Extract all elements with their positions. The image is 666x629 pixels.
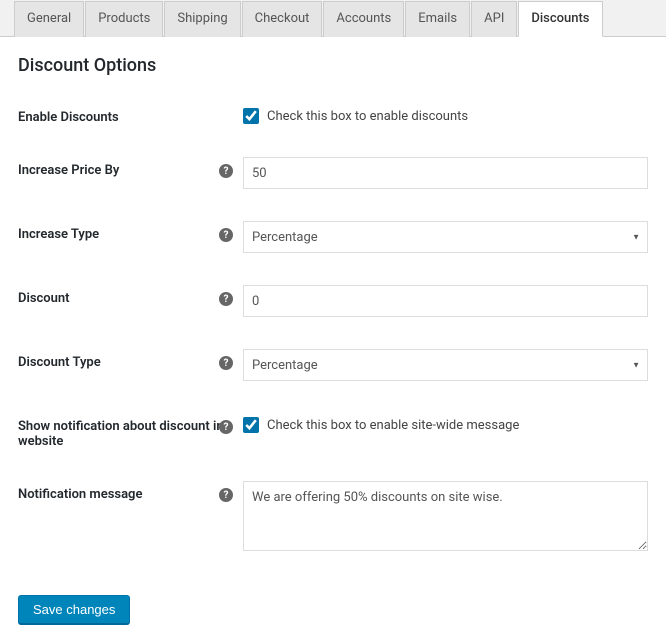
label-text: Enable Discounts bbox=[18, 110, 119, 125]
select-discount-type[interactable]: Percentage bbox=[243, 349, 648, 381]
row-notification-message: Notification message ? bbox=[18, 481, 648, 555]
help-icon[interactable]: ? bbox=[219, 420, 233, 434]
label-show-notification: Show notification about discount in webs… bbox=[18, 413, 243, 449]
label-text: Increase Price By bbox=[18, 163, 119, 178]
save-changes-button[interactable]: Save changes bbox=[18, 595, 130, 624]
label-increase-price-by: Increase Price By ? bbox=[18, 157, 243, 178]
checkbox-label-enable-discounts: Check this box to enable discounts bbox=[267, 109, 468, 124]
label-notification-message: Notification message ? bbox=[18, 481, 243, 502]
row-discount-type: Discount Type ? Percentage bbox=[18, 349, 648, 381]
settings-panel: Discount Options Enable Discounts Check … bbox=[0, 55, 666, 624]
tab-general[interactable]: General bbox=[14, 1, 84, 37]
tab-checkout[interactable]: Checkout bbox=[242, 1, 323, 37]
page-heading: Discount Options bbox=[18, 55, 648, 76]
label-text: Discount bbox=[18, 291, 70, 306]
label-discount: Discount ? bbox=[18, 285, 243, 306]
textarea-notification-message[interactable] bbox=[243, 481, 648, 551]
row-increase-type: Increase Type ? Percentage bbox=[18, 221, 648, 253]
checkbox-enable-discounts[interactable] bbox=[243, 108, 259, 124]
label-text: Notification message bbox=[18, 487, 142, 502]
checkbox-label-show-notification: Check this box to enable site-wide messa… bbox=[267, 418, 519, 433]
help-icon[interactable]: ? bbox=[219, 228, 233, 242]
input-increase-price-by[interactable] bbox=[243, 157, 648, 189]
row-enable-discounts: Enable Discounts Check this box to enabl… bbox=[18, 104, 648, 125]
label-text: Show notification about discount in webs… bbox=[18, 419, 224, 449]
select-increase-type[interactable]: Percentage bbox=[243, 221, 648, 253]
checkbox-show-notification[interactable] bbox=[243, 417, 259, 433]
row-show-notification: Show notification about discount in webs… bbox=[18, 413, 648, 449]
label-increase-type: Increase Type ? bbox=[18, 221, 243, 242]
label-text: Increase Type bbox=[18, 227, 99, 242]
row-discount: Discount ? bbox=[18, 285, 648, 317]
tab-accounts[interactable]: Accounts bbox=[323, 1, 404, 37]
help-icon[interactable]: ? bbox=[219, 292, 233, 306]
tab-products[interactable]: Products bbox=[85, 1, 163, 37]
label-enable-discounts: Enable Discounts bbox=[18, 104, 243, 125]
input-discount[interactable] bbox=[243, 285, 648, 317]
tab-discounts[interactable]: Discounts bbox=[518, 1, 602, 37]
settings-tabs: General Products Shipping Checkout Accou… bbox=[0, 0, 666, 37]
label-discount-type: Discount Type ? bbox=[18, 349, 243, 370]
tab-emails[interactable]: Emails bbox=[405, 1, 470, 37]
help-icon[interactable]: ? bbox=[219, 356, 233, 370]
tab-shipping[interactable]: Shipping bbox=[164, 1, 240, 37]
label-text: Discount Type bbox=[18, 355, 101, 370]
tab-api[interactable]: API bbox=[471, 1, 517, 37]
row-increase-price-by: Increase Price By ? bbox=[18, 157, 648, 189]
help-icon[interactable]: ? bbox=[219, 164, 233, 178]
help-icon[interactable]: ? bbox=[219, 488, 233, 502]
